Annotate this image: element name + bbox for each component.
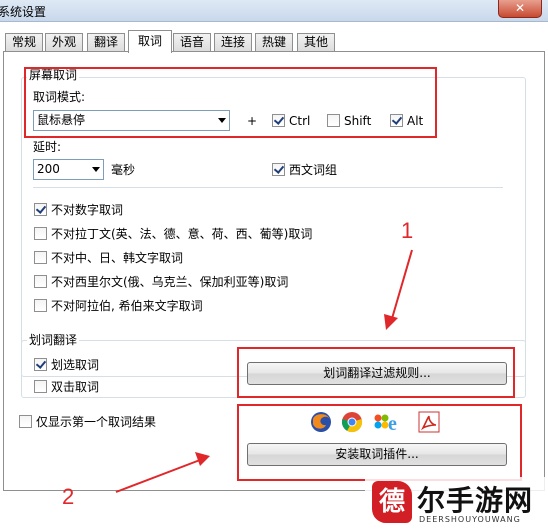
watermark-text: 尔手游网 [417, 484, 534, 517]
tab-capture[interactable]: 取词 [128, 30, 172, 53]
annotation-arrows [115, 249, 413, 493]
watermark: 德 尔手游网 DEERSHOUYOUWANG [365, 477, 548, 531]
annotation-number-2: 2 [62, 484, 75, 509]
watermark-seal: 德 [372, 481, 412, 523]
annotation-number-1: 1 [401, 218, 414, 243]
watermark-subtext: DEERSHOUYOUWANG [419, 515, 521, 524]
